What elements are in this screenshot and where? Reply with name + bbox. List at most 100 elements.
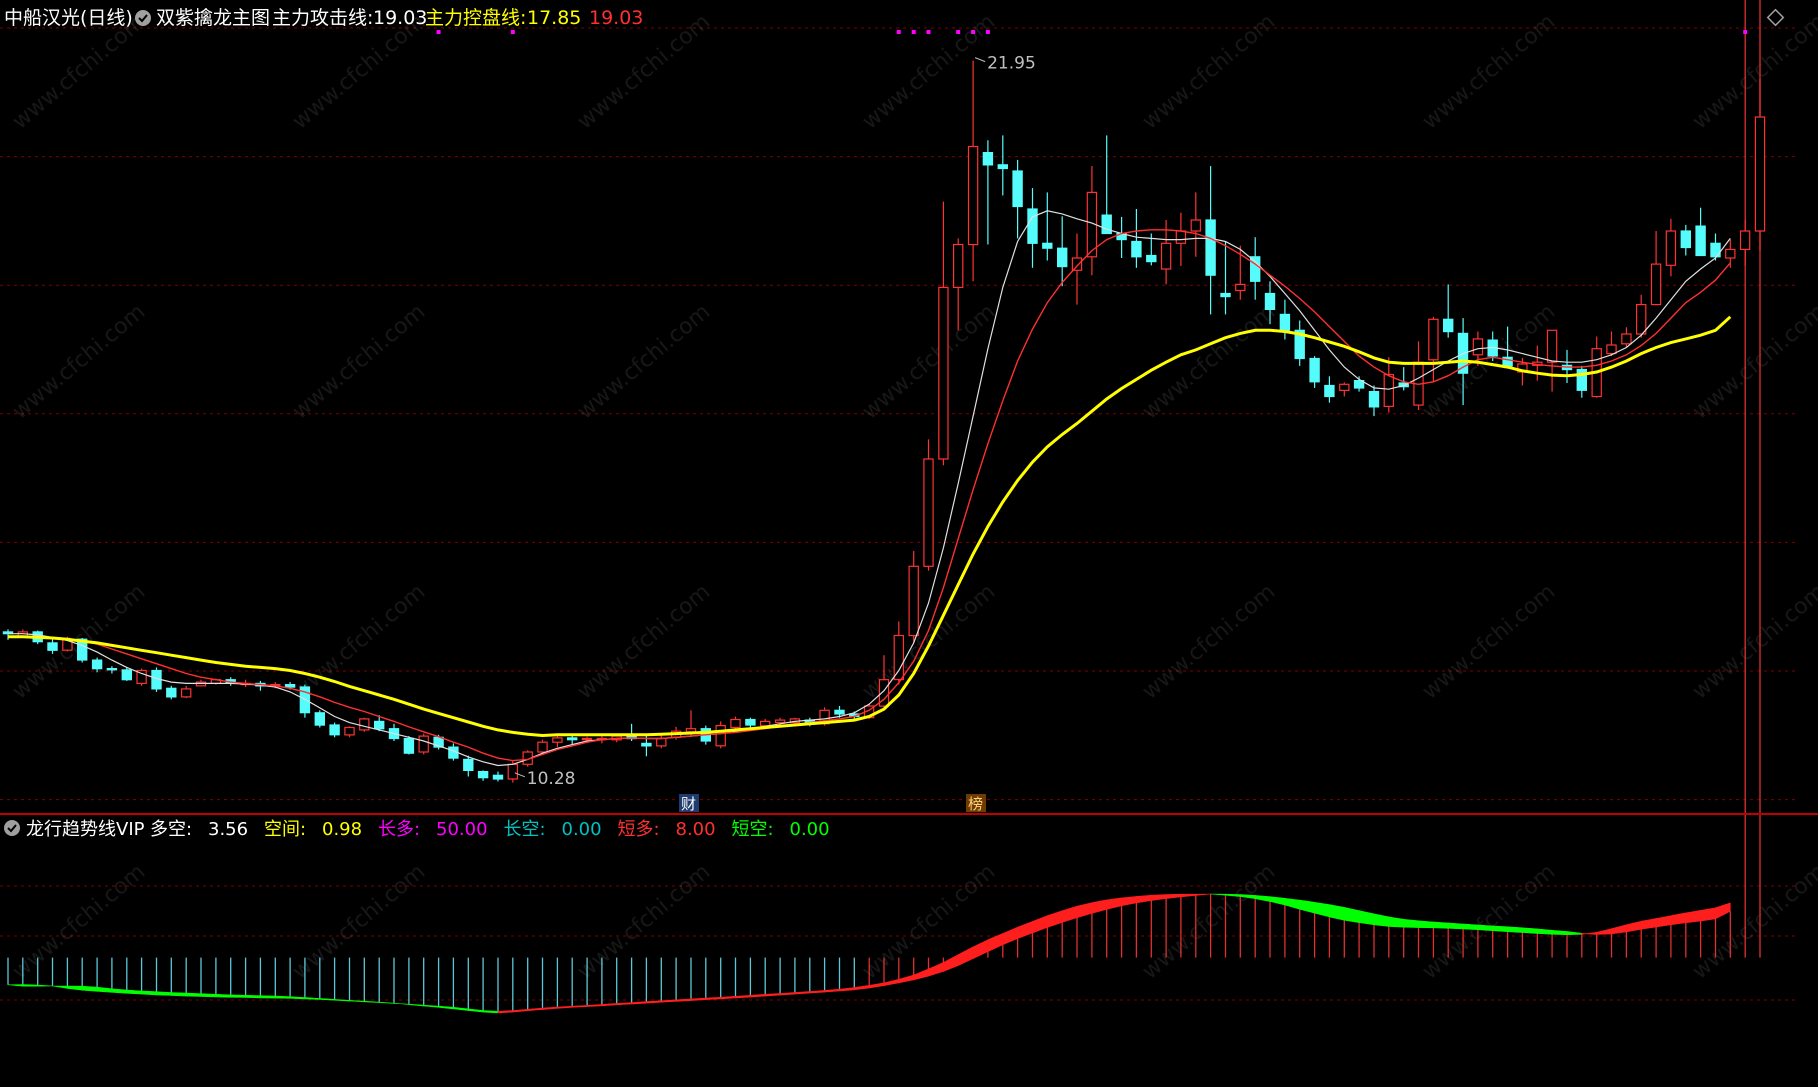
candle-body [952, 243, 964, 289]
bang-marker[interactable]: 榜 [966, 794, 986, 813]
signal-dot [985, 30, 990, 34]
candle-body [47, 642, 58, 651]
annotation-label: 21.95 [987, 54, 1036, 74]
sub-item-label: 短多: [618, 819, 660, 840]
red-line-value: 19.03 [589, 7, 643, 29]
band-segment [1462, 923, 1479, 931]
candle-body [1175, 230, 1187, 244]
band-segment [1640, 918, 1657, 930]
watermark-text: www.cfchi.com [1138, 9, 1280, 134]
band-segment [1655, 915, 1672, 928]
candle-body [374, 720, 385, 730]
band-segment [1299, 899, 1315, 914]
sub-item-value: 0.98 [322, 819, 362, 840]
sub-item-value: 0.00 [562, 819, 602, 840]
watermark-text: www.cfchi.com [1418, 9, 1560, 134]
candle-body [1146, 254, 1157, 263]
watermark-text: www.cfchi.com [288, 579, 430, 704]
band-segment [1358, 910, 1375, 926]
sub-item-value: 50.00 [436, 819, 488, 840]
band-segment [571, 1005, 588, 1008]
band-segment [1076, 902, 1093, 919]
band-segment [913, 968, 929, 981]
candle-body [967, 145, 979, 246]
band-segment [96, 986, 113, 993]
band-segment [363, 1000, 380, 1003]
sub-trend-band [7, 893, 1731, 1014]
bang-marker-label: 榜 [968, 795, 983, 813]
candle-body [1190, 219, 1201, 232]
main-indicator-name: 双紫擒龙主图 [156, 7, 270, 29]
candle-body [537, 741, 548, 753]
band-segment [1477, 924, 1493, 932]
band-segment [1418, 920, 1434, 929]
band-segment [853, 985, 870, 991]
watermark-text: www.cfchi.com [858, 9, 1000, 134]
candle-body [1442, 318, 1454, 333]
candle-body [91, 659, 103, 670]
cai-marker[interactable]: 财 [679, 794, 699, 813]
signal-dot [971, 30, 976, 34]
candle-body [715, 724, 726, 747]
candle-body [507, 763, 519, 780]
band-segment [868, 982, 885, 989]
candle-body [477, 770, 489, 779]
watermark-text: www.cfchi.com [1688, 859, 1818, 984]
band-segment [1700, 907, 1716, 922]
sub-indicator-toggle-icon[interactable] [4, 820, 20, 836]
candle-body [1220, 292, 1231, 298]
diamond-icon[interactable] [1766, 8, 1785, 27]
candle-body [1368, 391, 1380, 408]
candle-body [1249, 256, 1261, 282]
candle-body [1621, 333, 1632, 345]
band-segment [393, 1002, 410, 1005]
candle-body [121, 669, 132, 681]
band-segment [245, 994, 261, 999]
control-line-value: 17.85 [527, 7, 581, 29]
candle-body [329, 724, 340, 736]
candle-body [1650, 263, 1662, 306]
band-segment [7, 984, 24, 987]
band-segment [616, 1002, 632, 1006]
band-segment [482, 1010, 499, 1014]
candle-body [1324, 384, 1335, 398]
candle-body [314, 712, 326, 726]
band-segment [1611, 924, 1627, 935]
candle-body [685, 728, 697, 733]
signal-dot [510, 30, 515, 34]
band-segment [334, 999, 350, 1002]
candle-body [1606, 344, 1617, 355]
watermark-text: www.cfchi.com [1138, 299, 1280, 424]
candle-body [1279, 313, 1291, 331]
candle-body [492, 774, 504, 780]
band-segment [557, 1005, 573, 1009]
candle-body [1710, 242, 1721, 258]
band-segment [171, 992, 187, 997]
band-segment [586, 1004, 603, 1007]
candle-body [344, 726, 355, 736]
control-line-label: 主力控盘线: [425, 7, 526, 29]
band-segment [735, 994, 751, 999]
signal-dot [1743, 30, 1748, 34]
candle-body [745, 718, 756, 726]
candle-body [1264, 292, 1276, 310]
band-segment [1433, 921, 1449, 929]
stock-name: 中船汉光(日线) [4, 7, 133, 29]
sub-histogram [7, 0, 1761, 1012]
sub-item-label: 短空: [732, 819, 774, 840]
watermark-text: www.cfchi.com [573, 859, 715, 984]
band-segment [1106, 897, 1122, 910]
band-segment [349, 1000, 365, 1003]
signal-dot [926, 30, 931, 34]
sub-item-label: 长空: [504, 819, 546, 840]
band-segment [750, 993, 766, 998]
watermark-text: www.cfchi.com [573, 299, 715, 424]
band-segment [1626, 920, 1642, 933]
band-segment [378, 1001, 395, 1004]
band-segment [720, 995, 736, 1000]
indicator-toggle-icon[interactable] [135, 10, 151, 26]
signal-dot [911, 30, 916, 34]
band-segment [1180, 893, 1197, 898]
band-segment [408, 1003, 425, 1007]
band-segment [1388, 916, 1404, 928]
